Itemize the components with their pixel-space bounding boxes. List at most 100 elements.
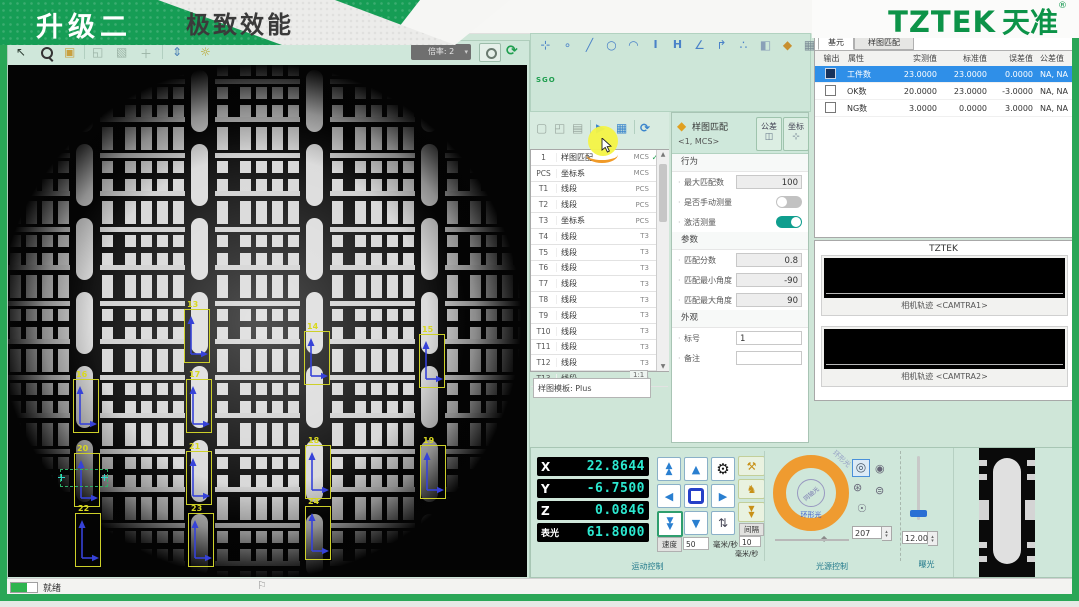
geometry-tool-icon[interactable]: I: [649, 38, 662, 52]
light-mode-back-icon[interactable]: ☉: [857, 502, 867, 515]
brightness-value[interactable]: 207: [852, 526, 882, 539]
min-angle-input[interactable]: -90: [736, 273, 802, 287]
light-slider[interactable]: [775, 539, 849, 541]
speed-input[interactable]: 50: [683, 537, 709, 550]
row-id: T3: [531, 216, 557, 225]
max-angle-input[interactable]: 90: [736, 293, 802, 307]
list-item[interactable]: T2 线段 PCS: [531, 197, 668, 213]
step-button[interactable]: 间隔: [739, 523, 764, 536]
match-number: 20: [77, 444, 88, 453]
roi-tool-icon[interactable]: ◱: [92, 45, 103, 59]
exposure-value[interactable]: 12.00: [902, 531, 928, 544]
new-file-icon[interactable]: ▢: [536, 121, 547, 135]
open-file-icon[interactable]: ◰: [554, 121, 565, 135]
geometry-tool-icon[interactable]: ∴: [737, 38, 750, 52]
snapshot-button[interactable]: [479, 43, 501, 62]
spin-down-icon[interactable]: ▾: [885, 534, 888, 538]
geometry-tool-icon[interactable]: ∘: [561, 38, 574, 52]
caliper-tool-icon[interactable]: ⇕: [172, 45, 182, 59]
geometry-tool-icon[interactable]: ◠: [627, 38, 640, 52]
output-checkbox[interactable]: [825, 68, 836, 79]
coordinate-button[interactable]: 坐标 ⊹: [783, 117, 809, 151]
light-tool-icon[interactable]: ☼: [200, 45, 211, 59]
spin-down-icon[interactable]: ▾: [931, 539, 934, 543]
activate-measure-toggle[interactable]: [776, 216, 802, 228]
brightness-spinbox[interactable]: 207 ▴▾: [852, 526, 892, 541]
list-item[interactable]: T4 线段 T3: [531, 229, 668, 245]
probe-up-button[interactable]: ⚒: [738, 456, 765, 476]
geometry-tool-icon[interactable]: ╱: [583, 38, 596, 52]
output-checkbox[interactable]: [825, 85, 836, 96]
jog-down-fast-button[interactable]: ▼▼: [657, 511, 683, 537]
list-item[interactable]: T10 线段 T3: [531, 324, 668, 340]
save-file-icon[interactable]: ▤: [572, 121, 583, 135]
exposure-slider-handle[interactable]: [910, 510, 927, 517]
refresh-list-icon[interactable]: ⟳: [640, 121, 650, 135]
stop-motion-button[interactable]: [684, 484, 708, 508]
tolerance-button[interactable]: 公差 ◫: [756, 117, 782, 151]
list-scrollbar[interactable]: ▲ ▼: [656, 150, 669, 371]
cross-tool-icon[interactable]: ＋: [140, 45, 152, 62]
output-checkbox[interactable]: [825, 102, 836, 113]
row-ref: PCS: [625, 217, 649, 225]
jog-up-button[interactable]: ▲: [684, 457, 708, 481]
geometry-tool-icon[interactable]: H: [671, 38, 684, 52]
table-row[interactable]: 工件数 23.0000 23.0000 0.0000 NA, NA: [815, 66, 1072, 83]
list-item[interactable]: T7 线段 T3: [531, 276, 668, 292]
camera-live-image[interactable]: 13 14 15: [8, 65, 527, 577]
light-mode-segment-icon[interactable]: ⊛: [853, 481, 862, 494]
geometry-tool-icon[interactable]: ○: [605, 38, 618, 52]
cursor-tool-icon[interactable]: ↖: [16, 45, 26, 59]
list-item[interactable]: T12 线段 T3: [531, 355, 668, 371]
list-item[interactable]: PCS 坐标系 MCS: [531, 166, 668, 182]
table-row[interactable]: NG数 3.0000 0.0000 3.0000 NA, NA: [815, 100, 1072, 117]
table-row[interactable]: OK数 20.0000 23.0000 -3.0000 NA, NA: [815, 83, 1072, 100]
match-number: 14: [307, 322, 318, 331]
manual-measure-toggle[interactable]: [776, 196, 802, 208]
list-item[interactable]: T6 线段 T3: [531, 261, 668, 277]
trajectory-list: 相机轨迹 <CAMTRA1> 相机轨迹 <CAMTRA2>: [821, 255, 1068, 397]
image-tool-icon[interactable]: ▣: [64, 45, 75, 59]
jog-left-button[interactable]: ◀: [657, 484, 681, 508]
magnification-dropdown[interactable]: 倍率: 2 ▾: [411, 44, 471, 60]
jog-right-button[interactable]: ▶: [711, 484, 735, 508]
joystick-mode-button[interactable]: ⇅: [711, 511, 735, 535]
index-input[interactable]: 1: [736, 331, 802, 345]
chart-tool-icon[interactable]: ▧: [116, 45, 127, 59]
max-match-input[interactable]: 100: [736, 175, 802, 189]
geometry-tool-icon[interactable]: ◧: [759, 38, 772, 52]
scroll-up-icon[interactable]: ▲: [657, 151, 669, 158]
refresh-view-icon[interactable]: ⟳: [506, 43, 518, 59]
step-input[interactable]: 10: [739, 536, 761, 547]
row-id: T7: [531, 279, 557, 288]
focus-button[interactable]: ♞: [738, 479, 765, 499]
geometry-tool-icon[interactable]: ↱: [715, 38, 728, 52]
list-item[interactable]: T3 坐标系 PCS: [531, 213, 668, 229]
axes-overlay-icon: [420, 339, 444, 385]
jog-down-button[interactable]: ▼: [684, 511, 708, 535]
light-mode-coaxial-icon[interactable]: ◎: [852, 459, 870, 477]
match-score-input[interactable]: 0.8: [736, 253, 802, 267]
template-field[interactable]: 样图模板: Plus: [533, 378, 651, 398]
zoom-tool-icon[interactable]: [41, 47, 53, 59]
light-mode-dome-icon[interactable]: ⊜: [875, 484, 884, 497]
list-item[interactable]: T9 线段 T3: [531, 308, 668, 324]
jog-up-fast-button[interactable]: ▲▲: [657, 457, 681, 481]
list-item[interactable]: T8 线段 T3: [531, 292, 668, 308]
grid-view-icon[interactable]: ▦: [616, 121, 627, 135]
geometry-tool-icon[interactable]: ◆: [781, 38, 794, 52]
list-item[interactable]: T11 线段 T3: [531, 340, 668, 356]
light-mode-ring-icon[interactable]: ◉: [875, 462, 885, 475]
speed-button[interactable]: 速度: [657, 537, 682, 552]
exposure-spinbox[interactable]: 12.00 ▴▾: [902, 531, 938, 546]
list-item[interactable]: T5 线段 T3: [531, 245, 668, 261]
probe-down-button[interactable]: ▼▼: [738, 502, 765, 522]
coaxial-light-control[interactable]: 同轴光: [797, 479, 825, 507]
geometry-tool-icon[interactable]: ∠: [693, 38, 706, 52]
remark-input[interactable]: [736, 351, 802, 365]
list-item[interactable]: T1 线段 PCS: [531, 182, 668, 198]
scroll-down-icon[interactable]: ▼: [657, 363, 669, 370]
scroll-thumb[interactable]: [659, 164, 667, 222]
geometry-tool-icon[interactable]: ⊹: [539, 38, 552, 52]
motion-settings-button[interactable]: ⚙: [711, 457, 735, 481]
